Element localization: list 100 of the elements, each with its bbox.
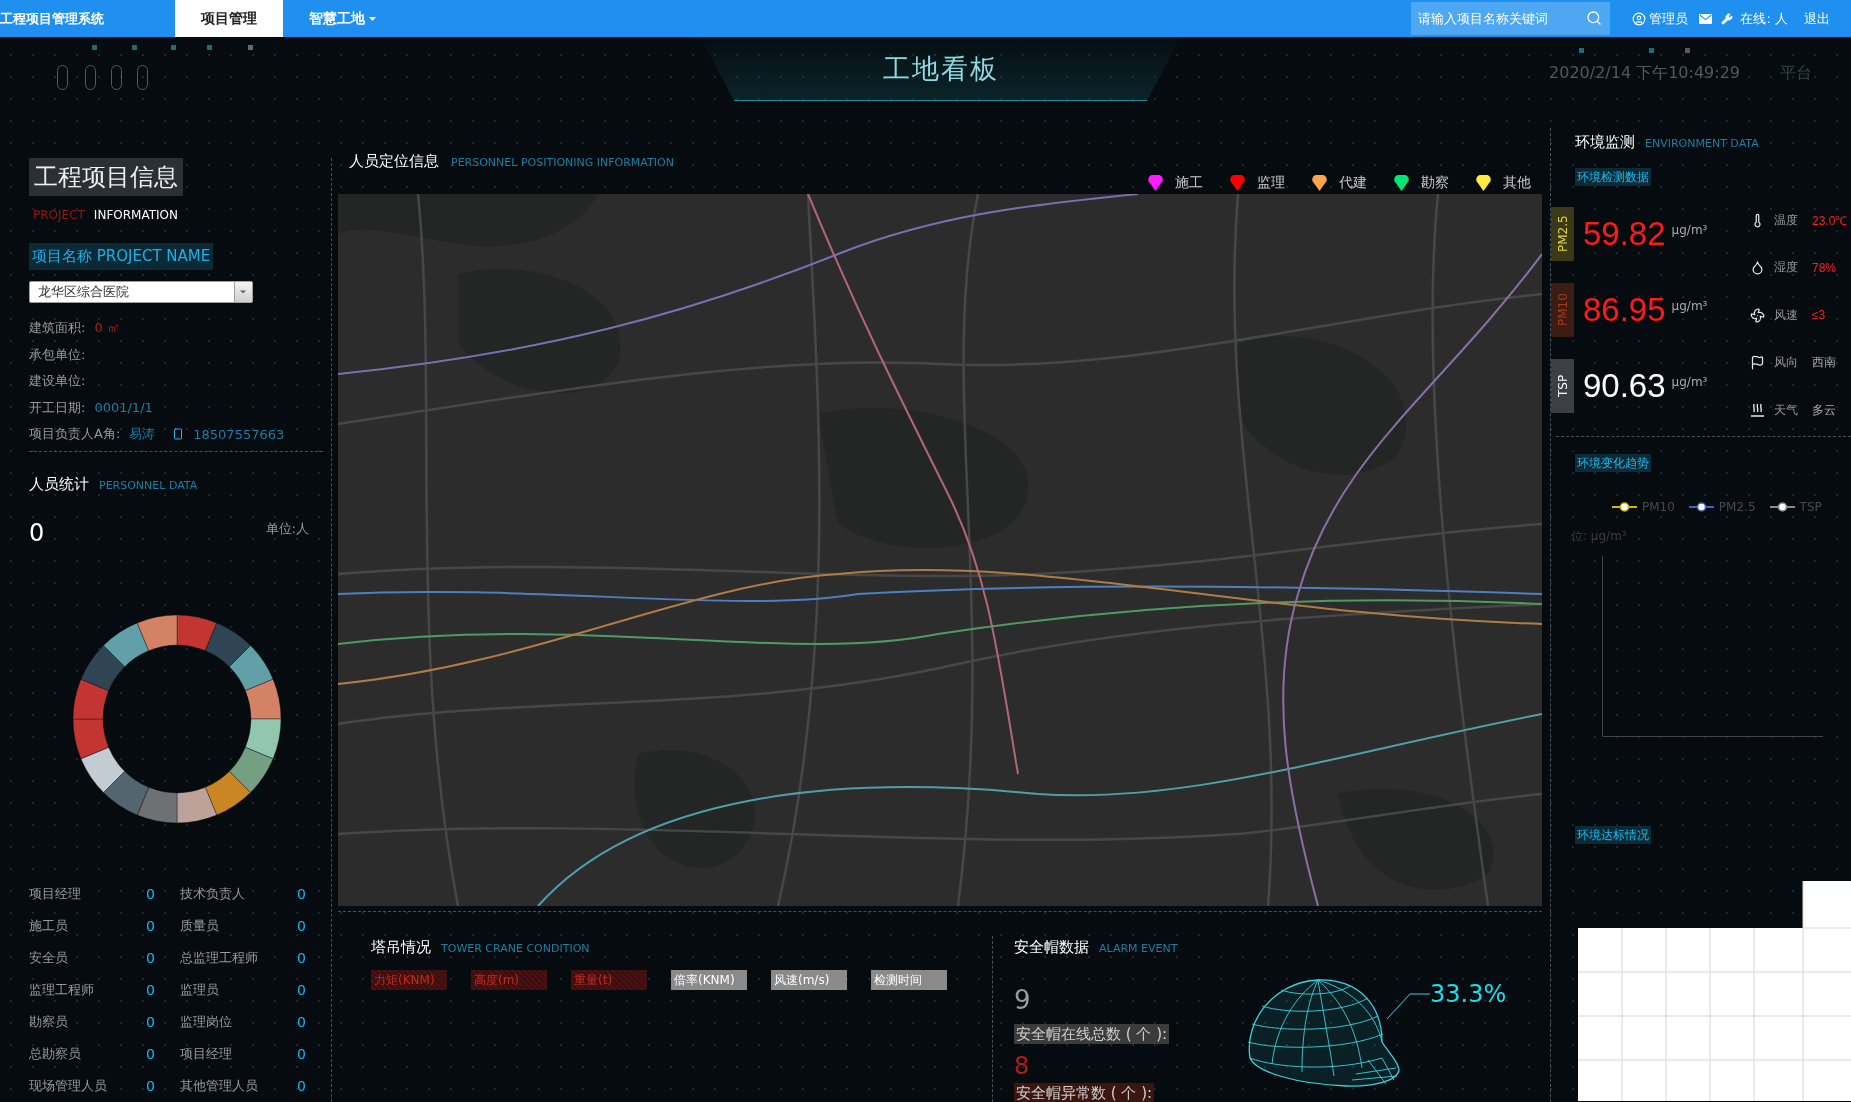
role-label: 勘察员 xyxy=(29,1013,69,1031)
square-marker-icon xyxy=(248,45,253,50)
weather-label: 温度 xyxy=(1774,211,1799,229)
capsule-icon xyxy=(85,65,96,90)
capsule-icon xyxy=(111,65,122,90)
role-label: 监理员 xyxy=(180,981,220,999)
section-tag: 环境变化趋势 xyxy=(1575,454,1651,472)
column-header: 风速(m/s) xyxy=(771,970,847,990)
capsule-icon xyxy=(57,65,68,90)
role-label: 监理岗位 xyxy=(180,1013,233,1031)
square-marker-icon xyxy=(207,45,212,50)
column-header: 力矩(KNM) xyxy=(371,970,447,990)
reading-value: 90.63 xyxy=(1583,366,1666,406)
square-marker-icon xyxy=(171,45,176,50)
user-icon xyxy=(1632,11,1647,26)
field-label: 项目负责人A角: xyxy=(29,425,121,444)
legend-label: 其他 xyxy=(1503,173,1531,192)
section-subtitle: PERSONNEL POSITIONING INFORMATION xyxy=(451,155,674,171)
flag-icon xyxy=(1750,355,1765,370)
section-title: 环境监测 xyxy=(1575,133,1635,151)
square-marker-icon xyxy=(1579,48,1584,53)
donut-slice xyxy=(80,645,125,691)
section-subtitle: ALARM EVENT xyxy=(1099,941,1178,957)
nav-tab[interactable]: 智慧工地 xyxy=(283,0,402,37)
phone-number: 18507557663 xyxy=(193,426,285,442)
nav-tab[interactable]: 项目管理 xyxy=(175,0,283,37)
role-label: 现场管理人员 xyxy=(29,1077,108,1095)
section-tag: 环境检测数据 xyxy=(1575,168,1651,186)
role-count: 0 xyxy=(146,918,155,934)
role-count: 0 xyxy=(297,1014,306,1030)
role-count: 0 xyxy=(146,982,155,998)
field-label: 建设单位: xyxy=(29,372,86,391)
role-label: 项目经理 xyxy=(29,885,82,903)
mail-icon[interactable] xyxy=(1699,13,1713,24)
role-count: 0 xyxy=(297,1078,306,1094)
reading-tag: PM2.5 xyxy=(1551,207,1574,261)
reading-unit: μg/m³ xyxy=(1671,375,1708,389)
role-count: 0 xyxy=(146,950,155,966)
role-label: 总勘察员 xyxy=(29,1045,82,1063)
legend-label: 监理 xyxy=(1257,173,1285,192)
legend-label: 代建 xyxy=(1339,173,1367,192)
role-count: 0 xyxy=(146,1014,155,1030)
weather-value: 78% xyxy=(1812,260,1837,275)
donut-slice xyxy=(176,615,217,651)
donut-slice xyxy=(73,718,109,759)
role-count: 0 xyxy=(297,950,306,966)
field-label: 建筑面积: xyxy=(29,319,86,338)
weather-value: ≤3 xyxy=(1812,308,1826,322)
weather-value: 西南 xyxy=(1812,354,1836,371)
subtitle-lead: PROJECT xyxy=(33,208,85,222)
search-field[interactable]: 请输入项目名称关键词 xyxy=(1411,2,1611,35)
role-count: 0 xyxy=(146,886,155,902)
reading-tag: TSP xyxy=(1551,359,1574,413)
donut-slice xyxy=(205,622,251,667)
donut-slice xyxy=(205,771,251,816)
role-count: 0 xyxy=(146,1078,155,1094)
donut-slice xyxy=(245,718,281,759)
project-select[interactable]: 龙华区综合医院 xyxy=(29,281,253,303)
donut-slice xyxy=(176,787,217,823)
dashboard-title: 工地看板 xyxy=(700,37,1181,101)
subtitle: INFORMATION xyxy=(93,208,178,222)
donut-slice xyxy=(103,622,149,667)
role-count: 0 xyxy=(297,918,306,934)
square-marker-icon xyxy=(1685,48,1690,53)
reading-unit: μg/m³ xyxy=(1671,223,1708,237)
donut-slice xyxy=(137,615,178,651)
section-title: 塔吊情况 xyxy=(371,938,431,956)
phone-icon xyxy=(172,428,185,441)
fan-icon xyxy=(1750,307,1765,323)
donut-slice xyxy=(229,747,274,793)
reading-tag: PM10 xyxy=(1551,283,1574,337)
app-brand: 工程项目管理系统 xyxy=(0,9,104,28)
abnormal-label: 安全帽异常数 ( 个 ): xyxy=(1014,1083,1155,1102)
reading-unit: μg/m³ xyxy=(1671,299,1708,313)
weather-label: 风速 xyxy=(1774,306,1799,324)
reading-value: 86.95 xyxy=(1583,290,1666,330)
column-header: 高度(m) xyxy=(471,970,547,990)
total-count: 0 xyxy=(29,520,45,546)
online-label: 安全帽在线总数 ( 个 ): xyxy=(1014,1024,1170,1044)
section-title: 人员定位信息 xyxy=(349,152,439,170)
weather-value: 23.0℃ xyxy=(1812,212,1848,229)
donut-slice xyxy=(80,747,125,793)
user-link[interactable]: 管理员 xyxy=(1632,9,1689,28)
donut-slice xyxy=(103,771,149,816)
section-subtitle: TOWER CRANE CONDITION xyxy=(441,941,590,957)
legend-label: 勘察 xyxy=(1421,173,1449,192)
role-label: 项目经理 xyxy=(180,1045,233,1063)
role-count: 0 xyxy=(297,982,306,998)
role-label: 质量员 xyxy=(180,917,220,935)
caret-icon xyxy=(234,282,252,302)
field-label: 开工日期: xyxy=(29,398,86,417)
logout-link[interactable]: 退出 xyxy=(1804,9,1830,28)
heat-waves-icon xyxy=(1750,402,1765,418)
abnormal-ratio: 33.3% xyxy=(1430,979,1507,1009)
search-icon[interactable] xyxy=(1586,10,1603,26)
field-label: 承包单位: xyxy=(29,345,86,364)
role-label: 安全员 xyxy=(29,949,69,967)
field-value: 0 ㎡ xyxy=(94,319,120,338)
section-title: 人员统计 xyxy=(29,475,89,493)
wrench-icon[interactable] xyxy=(1721,12,1734,25)
